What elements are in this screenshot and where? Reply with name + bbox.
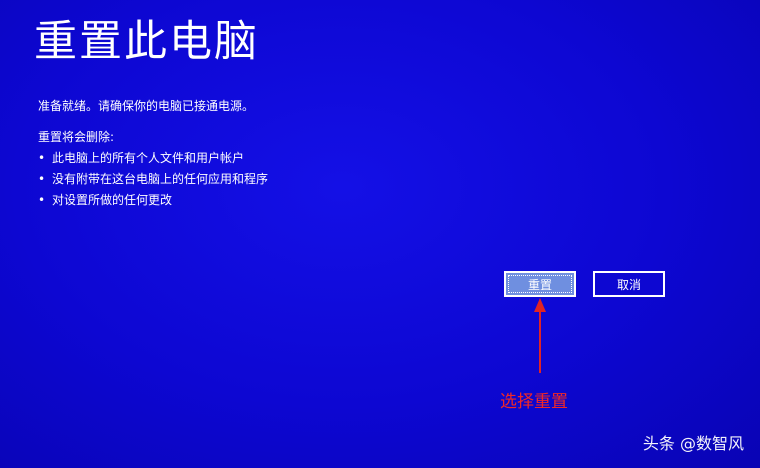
list-item-text: 没有附带在这台电脑上的任何应用和程序 xyxy=(52,172,269,186)
watermark: 头条 @数智风 xyxy=(642,434,744,453)
annotation-label: 选择重置 xyxy=(500,392,568,412)
bullet-icon: • xyxy=(38,172,46,186)
removal-list: • 此电脑上的所有个人文件和用户帐户 • 没有附带在这台电脑上的任何应用和程序 … xyxy=(38,150,268,213)
ready-message: 准备就绪。请确保你的电脑已接通电源。 xyxy=(38,99,255,113)
list-item: • 没有附带在这台电脑上的任何应用和程序 xyxy=(38,171,268,192)
bullet-icon: • xyxy=(38,151,46,165)
page-title: 重置此电脑 xyxy=(34,17,259,67)
list-item: • 此电脑上的所有个人文件和用户帐户 xyxy=(38,150,268,171)
reset-button[interactable]: 重置 xyxy=(504,271,576,297)
cancel-button[interactable]: 取消 xyxy=(593,271,665,297)
bullet-icon: • xyxy=(38,193,46,207)
pointer-arrow-icon xyxy=(534,298,546,373)
list-item-text: 对设置所做的任何更改 xyxy=(52,193,173,207)
list-item: • 对设置所做的任何更改 xyxy=(38,192,268,213)
list-item-text: 此电脑上的所有个人文件和用户帐户 xyxy=(52,151,245,165)
removal-heading: 重置将会删除: xyxy=(38,130,115,144)
